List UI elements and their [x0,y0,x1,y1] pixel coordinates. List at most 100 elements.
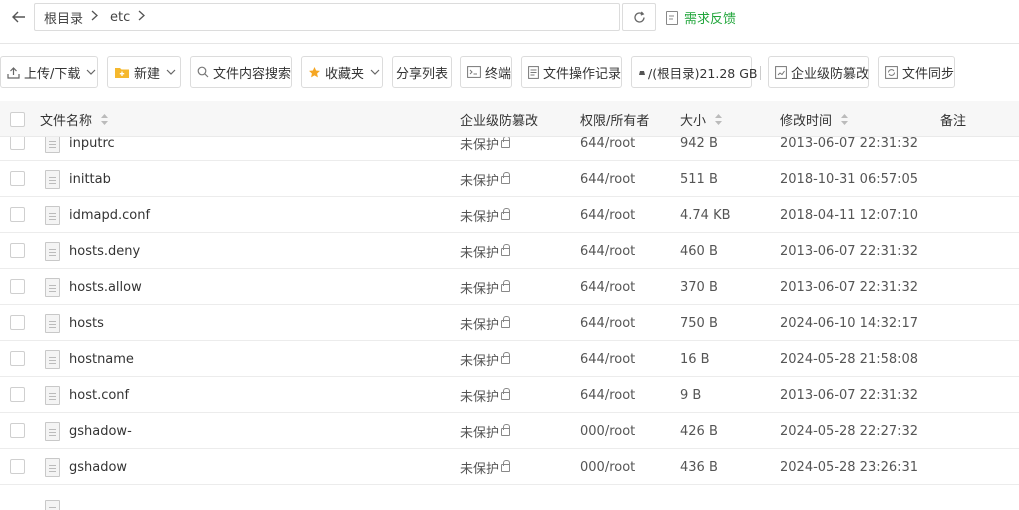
file-name[interactable]: host.conf [69,377,129,413]
file-sync-button[interactable]: 文件同步 [878,56,955,88]
tamper-status[interactable]: 未保护 [460,269,511,305]
chevron-down-icon [370,67,380,78]
row-checkbox[interactable] [10,315,25,330]
file-permission[interactable]: 644/root [580,137,635,161]
tamper-status[interactable]: 未保护 [460,161,511,197]
edit-note-icon [666,10,678,25]
row-checkbox[interactable] [10,137,25,150]
row-checkbox[interactable] [10,243,25,258]
lock-icon [501,460,511,472]
file-name[interactable]: hosts.allow [69,269,142,305]
file-name[interactable]: idmapd.conf [69,197,150,233]
file-name[interactable]: hostname [69,341,134,377]
row-checkbox[interactable] [10,387,25,402]
row-checkbox[interactable] [10,171,25,186]
tamper-status[interactable]: 未保护 [460,377,511,413]
path-breadcrumb[interactable]: 根目录 etc [34,3,620,31]
table-row[interactable]: hosts.deny 未保护 644/root 460 B 2013-06-07… [0,233,1019,269]
table-row-partial[interactable] [0,485,1019,510]
file-icon [45,137,60,153]
feedback-link[interactable]: 需求反馈 [666,8,736,27]
search-icon [197,66,209,78]
tamper-status[interactable]: 未保护 [460,449,511,485]
column-name[interactable]: 文件名称 [40,101,109,137]
file-icon [45,385,60,405]
sort-icon[interactable] [840,113,849,126]
sort-icon[interactable] [714,113,723,126]
tamper-status[interactable]: 未保护 [460,137,511,161]
favorites-label: 收藏夹 [325,66,365,82]
file-permission[interactable]: 644/root [580,197,635,233]
file-permission[interactable]: 000/root [580,449,635,485]
content-search-button[interactable]: 文件内容搜索 [190,56,292,88]
row-checkbox[interactable] [10,207,25,222]
file-name[interactable]: gshadow [69,449,127,485]
share-list-button[interactable]: 分享列表 [392,56,452,88]
file-op-log-button[interactable]: 文件操作记录 [521,56,622,88]
file-name[interactable]: hosts [69,305,104,341]
file-permission[interactable]: 644/root [580,161,635,197]
column-mtime[interactable]: 修改时间 [780,101,849,137]
table-row[interactable]: hosts.allow 未保护 644/root 370 B 2013-06-0… [0,269,1019,305]
row-checkbox[interactable] [10,351,25,366]
file-permission[interactable]: 644/root [580,305,635,341]
table-row[interactable]: inittab 未保护 644/root 511 B 2018-10-31 06… [0,161,1019,197]
chevron-down-icon [86,67,96,78]
file-size: 942 B [680,137,718,151]
row-checkbox[interactable] [10,423,25,438]
select-all-checkbox[interactable] [10,112,25,127]
file-permission[interactable]: 644/root [580,341,635,377]
chevron-right-icon [138,9,146,25]
tamper-status[interactable]: 未保护 [460,341,511,377]
breadcrumb-root[interactable]: 根目录 [44,8,83,27]
file-name[interactable]: inputrc [69,137,115,161]
breadcrumb-etc[interactable]: etc [110,10,130,25]
file-size: 9 B [680,387,702,403]
back-button[interactable] [4,3,34,31]
file-icon [45,241,60,261]
table-row[interactable]: host.conf 未保护 644/root 9 B 2013-06-07 22… [0,377,1019,413]
table-row[interactable]: hosts 未保护 644/root 750 B 2024-06-10 14:3… [0,305,1019,341]
favorites-button[interactable]: 收藏夹 [301,56,383,88]
file-name[interactable]: hosts.deny [69,233,140,269]
file-size: 370 B [680,279,718,295]
file-mtime: 2013-06-07 22:31:32 [780,243,919,259]
terminal-button[interactable]: 终端 [460,56,512,88]
file-permission[interactable]: 644/root [580,269,635,305]
file-permission[interactable]: 000/root [580,413,635,449]
new-button[interactable]: 新建 [107,56,181,88]
tamper-status[interactable]: 未保护 [460,233,511,269]
disk-usage-button[interactable]: /(根目录)21.28 GB [631,56,758,88]
row-checkbox[interactable] [10,279,25,294]
file-name[interactable]: gshadow- [69,413,132,449]
terminal-label: 终端 [485,66,512,82]
file-size: 436 B [680,459,718,475]
table-row[interactable]: idmapd.conf 未保护 644/root 4.74 KB 2018-04… [0,197,1019,233]
upload-download-button[interactable]: 上传/下载 [0,56,98,88]
file-mtime: 2024-05-28 23:26:31 [780,459,919,475]
sort-icon[interactable] [100,113,109,126]
tamper-status[interactable]: 未保护 [460,197,511,233]
file-permission[interactable]: 644/root [580,233,635,269]
tamper-status[interactable]: 未保护 [460,305,511,341]
file-permission[interactable]: 644/root [580,377,635,413]
table-row[interactable]: inputrc 未保护 644/root 942 B 2013-06-07 22… [0,137,1019,161]
file-mtime: 2018-10-31 06:57:05 [780,171,919,187]
column-note-label: 备注 [940,113,967,129]
file-list: inputrc 未保护 644/root 942 B 2013-06-07 22… [0,137,1019,510]
table-row[interactable]: gshadow 未保护 000/root 436 B 2024-05-28 23… [0,449,1019,485]
tamper-protect-button[interactable]: 企业级防篡改 [768,56,869,88]
row-checkbox[interactable] [10,459,25,474]
file-name[interactable]: inittab [69,161,111,197]
tamper-status[interactable]: 未保护 [460,413,511,449]
file-icon [45,169,60,189]
refresh-button[interactable] [622,3,656,31]
column-permission-label: 权限/所有者 [580,113,650,129]
table-row[interactable]: gshadow- 未保护 000/root 426 B 2024-05-28 2… [0,413,1019,449]
table-row[interactable]: hostname 未保护 644/root 16 B 2024-05-28 21… [0,341,1019,377]
tamper-status-label: 未保护 [460,137,500,153]
column-tamper-label: 企业级防篡改 [460,113,539,129]
folder-add-icon [114,66,130,79]
column-size[interactable]: 大小 [680,101,723,137]
table-header: 文件名称 企业级防篡改 权限/所有者 大小 修改时间 备注 [0,101,1019,137]
